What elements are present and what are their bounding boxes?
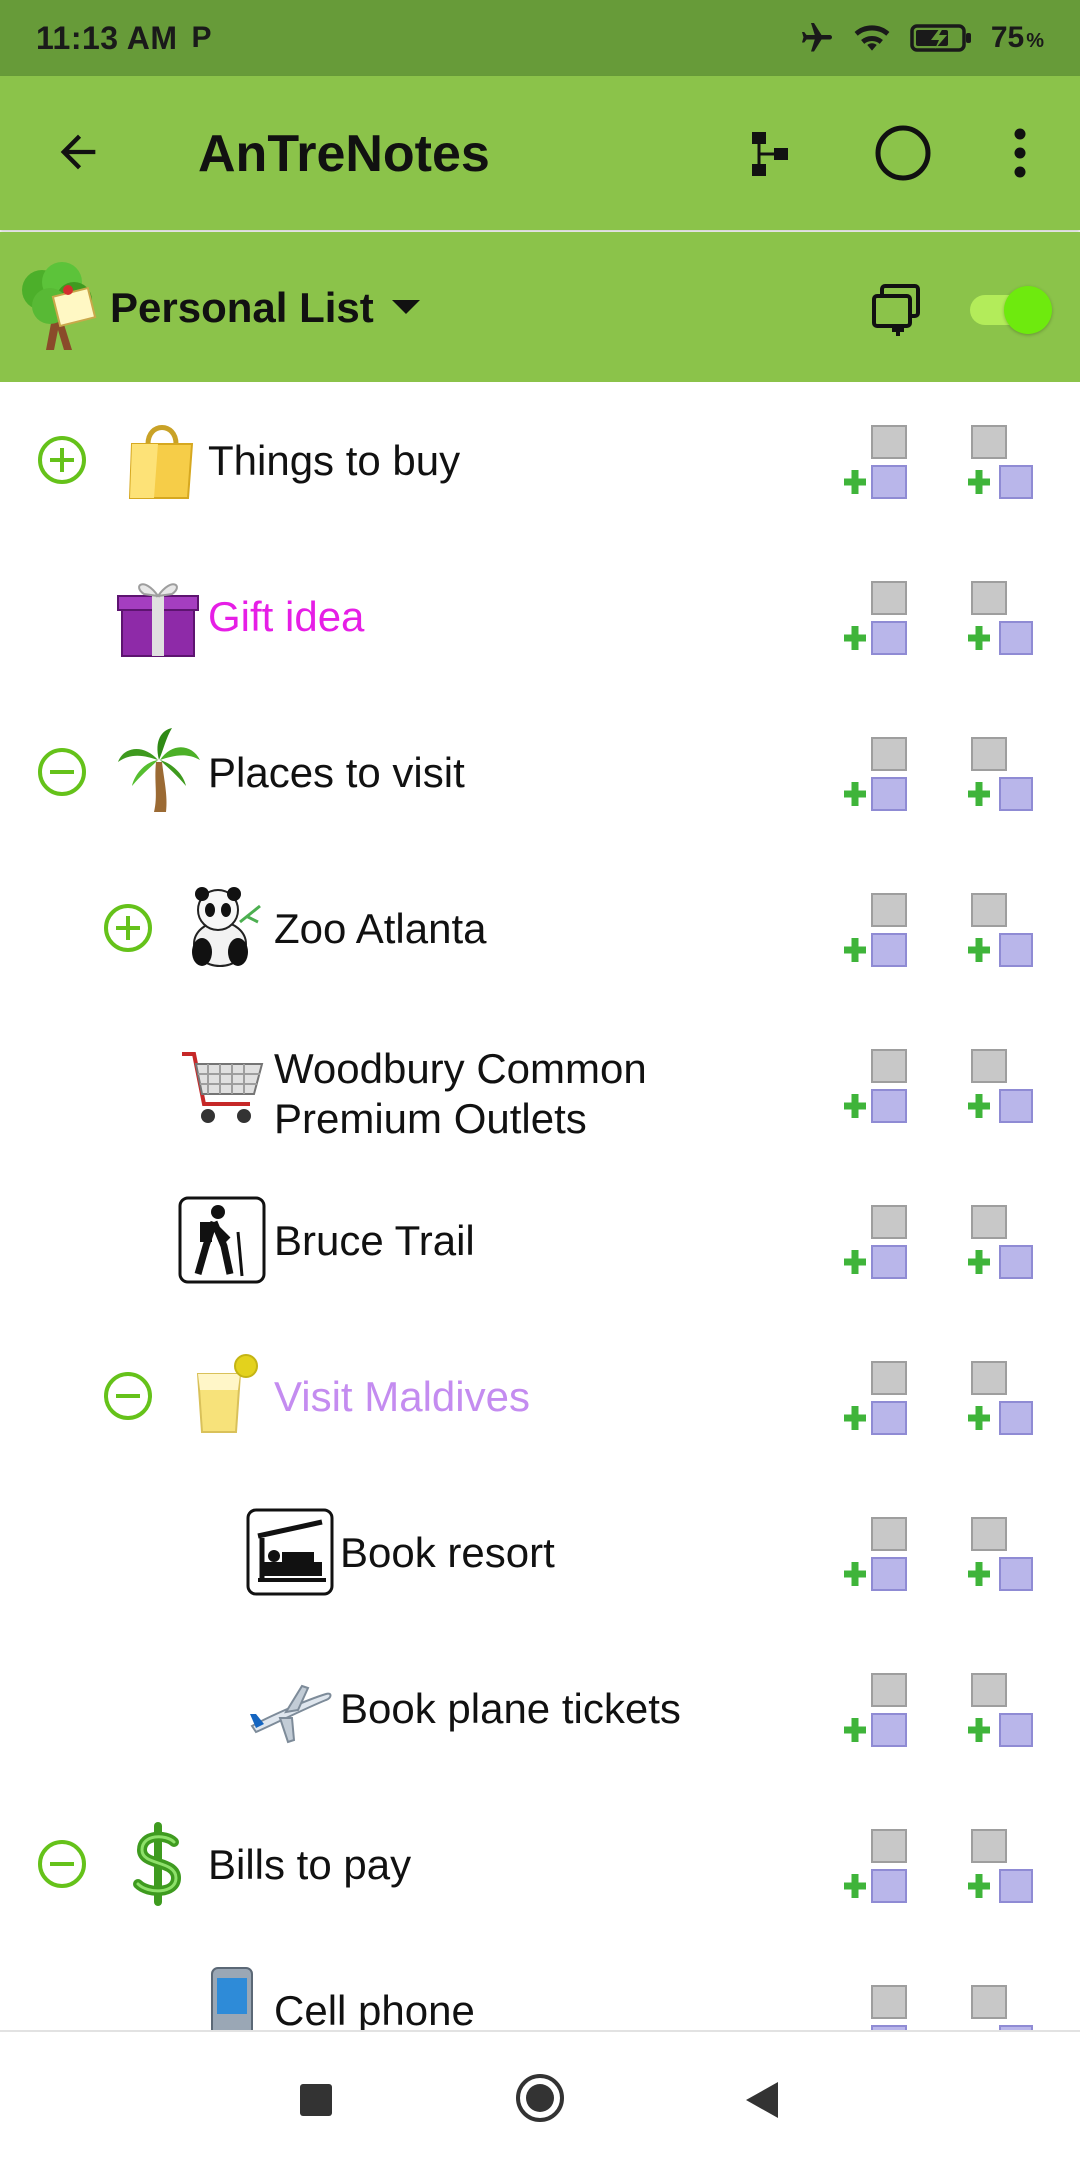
copy-add-button[interactable] bbox=[868, 280, 924, 336]
tree-row[interactable]: Book plane tickets bbox=[0, 1630, 1080, 1786]
node-label: Gift idea bbox=[208, 593, 365, 640]
expand-plus-icon[interactable] bbox=[36, 434, 88, 486]
expand-plus-icon[interactable] bbox=[102, 902, 154, 954]
wifi-icon bbox=[854, 25, 890, 51]
list-header: Personal List bbox=[0, 232, 1080, 382]
dollar-icon bbox=[133, 1822, 182, 1906]
add-child-icon[interactable] bbox=[844, 1358, 910, 1438]
add-child-icon[interactable] bbox=[844, 1514, 910, 1594]
more-options-button[interactable] bbox=[1000, 122, 1040, 184]
tree-logo-icon bbox=[16, 260, 102, 356]
add-sibling-icon[interactable] bbox=[968, 890, 1034, 970]
add-child-icon[interactable] bbox=[844, 578, 910, 658]
collapse-minus-icon[interactable] bbox=[36, 1838, 88, 1890]
node-label: Visit Maldives bbox=[274, 1373, 530, 1420]
tree-list: Things to buy Gift idea Places to visit bbox=[0, 382, 1080, 2030]
circle-icon bbox=[875, 125, 931, 181]
tree-row[interactable]: Places to visit bbox=[0, 694, 1080, 850]
node-label: Zoo Atlanta bbox=[274, 905, 487, 952]
circle-button[interactable] bbox=[872, 122, 934, 184]
node-label: Bruce Trail bbox=[274, 1217, 475, 1264]
add-child-icon[interactable] bbox=[844, 1826, 910, 1906]
tree-row[interactable]: Things to buy bbox=[0, 382, 1080, 538]
add-sibling-icon[interactable] bbox=[968, 1358, 1034, 1438]
tree-row[interactable]: Zoo Atlanta bbox=[0, 850, 1080, 1006]
status-icons: 75% bbox=[799, 20, 1044, 56]
add-child-icon[interactable] bbox=[844, 1670, 910, 1750]
add-child-icon[interactable] bbox=[844, 422, 910, 502]
shopping-cart-icon bbox=[182, 1052, 264, 1123]
collapse-minus-icon[interactable] bbox=[102, 1370, 154, 1422]
add-child-icon[interactable] bbox=[844, 1046, 910, 1126]
add-sibling-icon[interactable] bbox=[968, 578, 1034, 658]
tree-row[interactable]: Woodbury Common Premium Outlets bbox=[0, 1006, 1080, 1162]
node-label: Book plane tickets bbox=[340, 1685, 681, 1732]
tree-structure-icon bbox=[752, 132, 788, 176]
airplane-icon bbox=[250, 1684, 332, 1744]
drink-icon bbox=[196, 1354, 258, 1433]
add-sibling-icon[interactable] bbox=[968, 1670, 1034, 1750]
hotel-bed-icon bbox=[246, 1508, 334, 1596]
add-child-icon[interactable] bbox=[844, 1202, 910, 1282]
add-sibling-icon[interactable] bbox=[968, 1982, 1034, 2030]
tree-row[interactable]: Bruce Trail bbox=[0, 1162, 1080, 1318]
add-child-icon[interactable] bbox=[844, 890, 910, 970]
add-sibling-icon[interactable] bbox=[968, 1046, 1034, 1126]
add-sibling-icon[interactable] bbox=[968, 422, 1034, 502]
tree-row[interactable]: Bills to pay bbox=[0, 1786, 1080, 1942]
app-title: AnTreNotes bbox=[198, 125, 490, 183]
panda-icon bbox=[192, 887, 261, 967]
palm-tree-icon bbox=[118, 728, 200, 812]
add-sibling-icon[interactable] bbox=[968, 734, 1034, 814]
home-icon[interactable] bbox=[514, 2072, 566, 2124]
list-toggle[interactable] bbox=[970, 286, 1052, 334]
status-bar: 11:13 AM P 75% bbox=[0, 0, 1080, 76]
node-label: Woodbury Common Premium Outlets bbox=[274, 1045, 647, 1142]
add-child-icon[interactable] bbox=[844, 1982, 910, 2030]
add-sibling-icon[interactable] bbox=[968, 1826, 1034, 1906]
toggle-thumb bbox=[1004, 286, 1052, 334]
back-button[interactable] bbox=[46, 120, 110, 184]
tree-row[interactable]: Gift idea bbox=[0, 538, 1080, 694]
system-nav-bar bbox=[0, 2030, 1080, 2162]
copy-add-icon bbox=[872, 284, 920, 336]
tree-row[interactable]: Visit Maldives bbox=[0, 1318, 1080, 1474]
list-title[interactable]: Personal List bbox=[110, 284, 374, 332]
back-arrow-icon bbox=[60, 134, 96, 170]
hiker-icon bbox=[178, 1196, 266, 1284]
add-sibling-icon[interactable] bbox=[968, 1514, 1034, 1594]
node-label: Bills to pay bbox=[208, 1841, 412, 1888]
node-label: Things to buy bbox=[208, 437, 461, 484]
collapse-minus-icon[interactable] bbox=[36, 746, 88, 798]
add-child-icon[interactable] bbox=[844, 734, 910, 814]
tree-view-button[interactable] bbox=[742, 126, 798, 182]
recents-icon[interactable] bbox=[300, 2084, 332, 2116]
tree-row[interactable]: Book resort bbox=[0, 1474, 1080, 1630]
add-sibling-icon[interactable] bbox=[968, 1202, 1034, 1282]
battery-level: 75% bbox=[990, 21, 1044, 54]
shopping-bag-icon bbox=[128, 425, 194, 499]
tree-row[interactable]: Cell phone bbox=[0, 1942, 1080, 2030]
battery-charging-icon bbox=[910, 24, 971, 52]
gift-icon bbox=[117, 583, 199, 657]
caret-down-icon[interactable] bbox=[392, 300, 420, 314]
airplane-mode-icon bbox=[801, 23, 832, 52]
status-time: 11:13 AM bbox=[36, 19, 178, 56]
back-icon[interactable] bbox=[742, 2078, 782, 2122]
node-label: Cell phone bbox=[274, 1987, 475, 2030]
node-label: Places to visit bbox=[208, 749, 465, 796]
parking-icon: P bbox=[191, 21, 212, 54]
app-bar: AnTreNotes bbox=[0, 76, 1080, 230]
more-vert-icon bbox=[1014, 128, 1026, 178]
node-label: Book resort bbox=[340, 1529, 555, 1576]
